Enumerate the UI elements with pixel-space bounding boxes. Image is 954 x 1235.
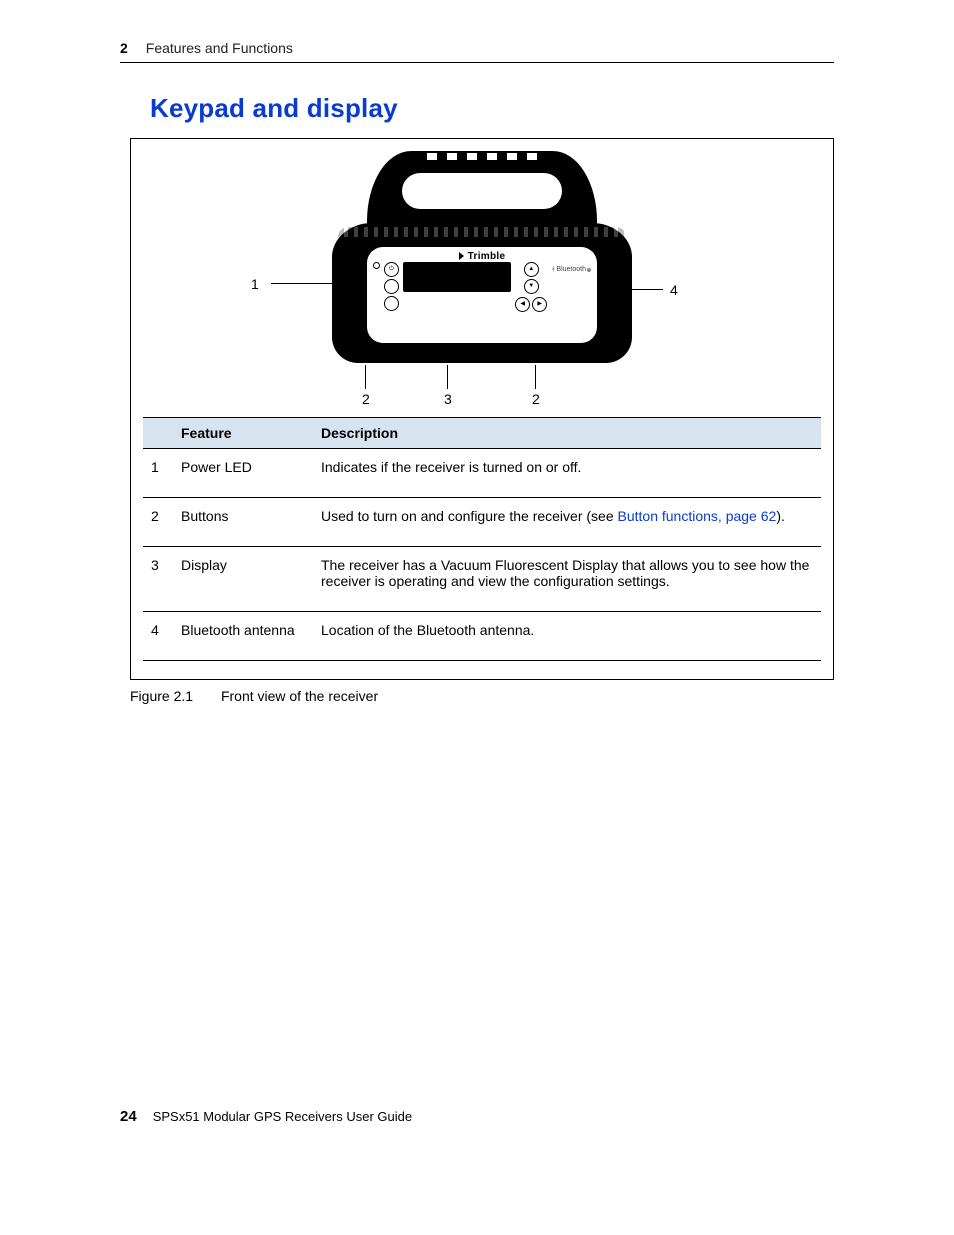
row-feature: Buttons — [173, 498, 313, 547]
chapter-number: 2 — [120, 40, 128, 56]
feature-table: Feature Description 1 Power LED Indicate… — [143, 417, 821, 661]
dot-icon — [587, 268, 591, 272]
table-header-description: Description — [313, 418, 821, 449]
bluetooth-icon: ᚼ — [551, 266, 555, 273]
up-button-icon: ▲ — [524, 262, 539, 277]
row-number: 1 — [143, 449, 173, 498]
callout-1: 1 — [251, 276, 259, 292]
row-feature: Display — [173, 547, 313, 612]
row-number: 4 — [143, 612, 173, 661]
figure-frame: 1 4 2 3 2 Trimble — [130, 138, 834, 680]
row-description: Location of the Bluetooth antenna. — [313, 612, 821, 661]
receiver-device-icon: Trimble ⏻ ▲ — [332, 151, 632, 363]
table-row: 2 Buttons Used to turn on and configure … — [143, 498, 821, 547]
display-screen-icon — [403, 262, 511, 292]
running-head: 2 Features and Functions — [120, 40, 834, 56]
chapter-title: Features and Functions — [146, 40, 293, 56]
table-row: 4 Bluetooth antenna Location of the Blue… — [143, 612, 821, 661]
power-led-icon — [373, 262, 380, 269]
brand-label: Trimble — [459, 251, 506, 262]
table-header-feature: Feature — [173, 418, 313, 449]
callout-2-left: 2 — [362, 391, 370, 407]
guide-title: SPSx51 Modular GPS Receivers User Guide — [153, 1109, 412, 1124]
row-description: Indicates if the receiver is turned on o… — [313, 449, 821, 498]
down-button-icon: ▼ — [524, 279, 539, 294]
table-row: 3 Display The receiver has a Vacuum Fluo… — [143, 547, 821, 612]
page-number: 24 — [120, 1108, 137, 1125]
header-rule — [120, 62, 834, 63]
table-row: 1 Power LED Indicates if the receiver is… — [143, 449, 821, 498]
right-button-icon: ▶ — [532, 297, 547, 312]
row-description: Used to turn on and configure the receiv… — [313, 498, 821, 547]
callout-4: 4 — [670, 282, 678, 298]
row-number: 2 — [143, 498, 173, 547]
callout-2-right: 2 — [532, 391, 540, 407]
section-heading: Keypad and display — [150, 93, 834, 124]
leader-line — [535, 365, 536, 389]
leader-line — [365, 365, 366, 389]
row-description: The receiver has a Vacuum Fluorescent Di… — [313, 547, 821, 612]
row-number: 3 — [143, 547, 173, 612]
left-button-icon: ◀ — [515, 297, 530, 312]
table-header-blank — [143, 418, 173, 449]
bluetooth-antenna-label: ᚼ Bluetooth — [551, 262, 591, 273]
enter-button-icon — [384, 296, 399, 311]
leader-line — [447, 365, 448, 389]
row-feature: Bluetooth antenna — [173, 612, 313, 661]
esc-button-icon — [384, 279, 399, 294]
figure-caption-text: Front view of the receiver — [221, 688, 378, 704]
cross-reference-link[interactable]: Button functions, page 62 — [618, 508, 777, 524]
power-button-icon: ⏻ — [384, 262, 399, 277]
figure-number: Figure 2.1 — [130, 688, 193, 704]
callout-3: 3 — [444, 391, 452, 407]
page-footer: 24 SPSx51 Modular GPS Receivers User Gui… — [120, 1108, 412, 1125]
row-feature: Power LED — [173, 449, 313, 498]
device-diagram: 1 4 2 3 2 Trimble — [143, 151, 821, 411]
figure-caption: Figure 2.1 Front view of the receiver — [130, 688, 834, 704]
